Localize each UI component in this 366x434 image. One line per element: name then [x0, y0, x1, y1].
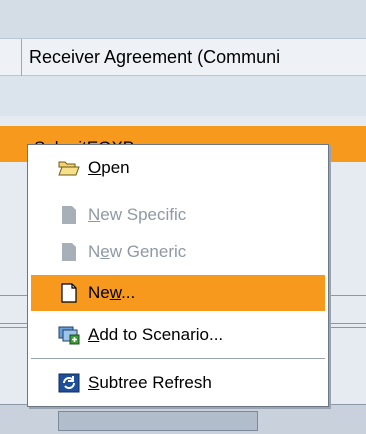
table-row-spacer — [0, 116, 366, 126]
new-document-icon — [58, 283, 80, 303]
folder-open-icon — [58, 158, 80, 178]
table-header: Receiver Agreement (Communi — [0, 38, 366, 76]
menu-item-subtree-refresh[interactable]: Subtree Refresh — [31, 365, 325, 401]
table-row-empty[interactable] — [0, 76, 366, 116]
menu-item-label: Open — [88, 158, 130, 177]
menu-item-open[interactable]: Open — [31, 150, 325, 186]
menu-item-new-generic[interactable]: New Generic — [31, 234, 325, 270]
menu-separator — [31, 358, 325, 359]
menu-item-label: New Specific — [88, 205, 187, 224]
menu-item-label: New... — [88, 283, 136, 302]
refresh-icon — [58, 373, 80, 393]
menu-item-label: Add to Scenario... — [88, 325, 224, 344]
context-menu: Open New Specific New Generic New... Add… — [27, 144, 329, 407]
document-icon — [58, 242, 80, 262]
menu-item-add-to-scenario[interactable]: Add to Scenario... — [31, 317, 325, 353]
top-toolbar-area — [0, 0, 366, 38]
add-to-scenario-icon — [58, 325, 80, 345]
menu-item-new-specific[interactable]: New Specific — [31, 197, 325, 233]
menu-item-new[interactable]: New... — [31, 275, 325, 311]
menu-item-label: New Generic — [88, 242, 187, 261]
document-icon — [58, 205, 80, 225]
column-header-receiver-agreement[interactable]: Receiver Agreement (Communi — [29, 47, 280, 68]
column-divider[interactable] — [21, 39, 22, 76]
menu-item-label: Subtree Refresh — [88, 373, 212, 392]
horizontal-scrollbar[interactable] — [0, 404, 366, 434]
scrollbar-thumb[interactable] — [58, 411, 258, 431]
